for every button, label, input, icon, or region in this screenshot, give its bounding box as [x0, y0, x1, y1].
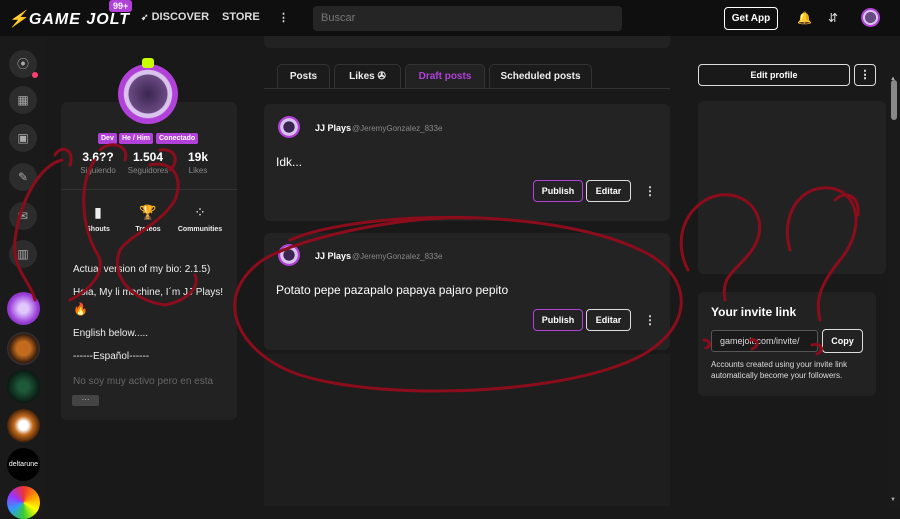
stat-likes-value[interactable]: 19k — [173, 150, 223, 164]
compass-icon: ➹ — [141, 12, 149, 22]
sidebar-community-4[interactable] — [7, 409, 40, 442]
communities-link[interactable]: Communities — [175, 226, 225, 233]
draft-post-card: JJ Plays @JeremyGonzalez_833e Potato pep… — [264, 233, 670, 350]
post-author-avatar[interactable] — [278, 244, 300, 266]
gamejolt-logo[interactable]: ⚡GAME JOLT — [8, 9, 130, 29]
bio-line: Actual version of my bio: 2.1.5) — [73, 264, 211, 275]
sidebar-store-icon[interactable]: ▦ — [9, 86, 37, 114]
nav-discover[interactable]: ➹ DISCOVER — [141, 11, 209, 23]
crown-icon — [142, 58, 154, 68]
tab-likes[interactable]: Likes ✇ — [334, 64, 401, 89]
invite-description: Accounts created using your invite link … — [711, 360, 848, 380]
fire-emoji-icon: 🔥 — [73, 302, 88, 316]
nav-store[interactable]: STORE — [222, 11, 260, 23]
sidebar-quest-icon[interactable]: ✎ — [9, 163, 37, 191]
hidden-eye-icon: ✇ — [377, 71, 386, 82]
communities-icon[interactable]: ⁘ — [180, 204, 220, 221]
scroll-thumb[interactable] — [891, 80, 897, 120]
activity-icon[interactable]: ⇵ — [828, 11, 838, 25]
invite-title: Your invite link — [711, 305, 797, 319]
sidebar-community-deltarune[interactable]: deltarune — [7, 448, 40, 481]
bio-line: English below..... — [73, 328, 149, 339]
post-more-icon[interactable]: ⋮ — [644, 313, 656, 327]
tag-dev: Dev — [98, 133, 117, 144]
edit-button[interactable]: Editar — [586, 180, 631, 202]
publish-button[interactable]: Publish — [533, 180, 583, 202]
feed-empty-area — [264, 354, 670, 506]
profile-divider — [61, 189, 237, 190]
post-body: Idk... — [276, 155, 303, 169]
more-nav-icon[interactable]: ⋮ — [278, 11, 289, 24]
bolt-icon: ⚡ — [8, 11, 29, 28]
search-input[interactable]: Buscar — [313, 6, 622, 31]
tab-posts[interactable]: Posts — [277, 64, 330, 89]
post-author-avatar[interactable] — [278, 116, 300, 138]
header-strip — [264, 36, 670, 48]
profile-avatar[interactable] — [118, 64, 178, 124]
shouts-icon[interactable]: ▮ — [78, 204, 118, 221]
tab-draft-posts[interactable]: Draft posts — [405, 64, 485, 89]
stat-followers-value[interactable]: 1.504 — [123, 150, 173, 164]
post-author-name[interactable]: JJ Plays — [315, 251, 351, 261]
stat-followers-label: Seguidores — [127, 166, 169, 175]
unread-dot — [32, 72, 38, 78]
bell-icon[interactable]: 🔔 — [797, 11, 812, 25]
bio-line-faded: No soy muy activo pero en esta — [73, 376, 214, 387]
copy-button[interactable]: Copy — [822, 329, 863, 353]
edit-profile-button[interactable]: Edit profile — [698, 64, 850, 86]
sidebar-library-icon[interactable]: ▥ — [9, 240, 37, 268]
shouts-link[interactable]: Shouts — [73, 226, 123, 233]
stat-likes-label: Likes — [188, 166, 208, 175]
draft-post-card: JJ Plays @JeremyGonzalez_833e Idk... Pub… — [264, 104, 670, 221]
bio-line: Hola, My li machine, I´m JJ Plays! — [73, 287, 224, 298]
invite-link-field[interactable]: gamejolt.com/invite/ — [711, 330, 818, 352]
stat-following-value[interactable]: 3.6?? — [73, 150, 123, 164]
bio-expand-button[interactable]: ··· — [72, 395, 99, 406]
post-author-handle[interactable]: @JeremyGonzalez_833e — [352, 124, 442, 133]
sidebar-community-1[interactable] — [7, 292, 40, 325]
user-avatar[interactable] — [861, 8, 880, 27]
bio-line: ------Español------ — [73, 351, 150, 362]
notification-count-badge: 99+ — [109, 0, 133, 12]
page-scrollbar[interactable] — [888, 76, 900, 506]
post-author-name[interactable]: JJ Plays — [315, 123, 351, 133]
trophies-link[interactable]: Trofeos — [123, 226, 173, 233]
tab-divider — [264, 88, 670, 89]
profile-more-button[interactable]: ⋮ — [854, 64, 876, 86]
post-more-icon[interactable]: ⋮ — [644, 184, 656, 198]
tag-pronouns: He / Him — [119, 133, 154, 144]
trophy-icon[interactable]: 🏆 — [128, 204, 168, 221]
edit-button[interactable]: Editar — [586, 309, 631, 331]
scroll-down-icon[interactable]: ▼ — [890, 497, 896, 503]
tab-scheduled-posts[interactable]: Scheduled posts — [489, 64, 592, 89]
post-body: Potato pepe pazapalo papaya pajaro pepit… — [276, 283, 509, 297]
sidebar-community-3[interactable] — [7, 370, 40, 403]
tag-online: Conectado — [156, 133, 199, 144]
sidebar-backpack-icon[interactable]: ▣ — [9, 124, 37, 152]
get-app-button[interactable]: Get App — [724, 7, 778, 30]
right-panel-placeholder — [698, 101, 886, 274]
publish-button[interactable]: Publish — [533, 309, 583, 331]
sidebar-community-6[interactable] — [7, 486, 40, 519]
post-author-handle[interactable]: @JeremyGonzalez_833e — [352, 252, 442, 261]
stat-following-label: Siguiendo — [80, 166, 116, 175]
sidebar-chat-icon[interactable]: ✉ — [9, 202, 37, 230]
sidebar-community-2[interactable] — [7, 332, 40, 365]
